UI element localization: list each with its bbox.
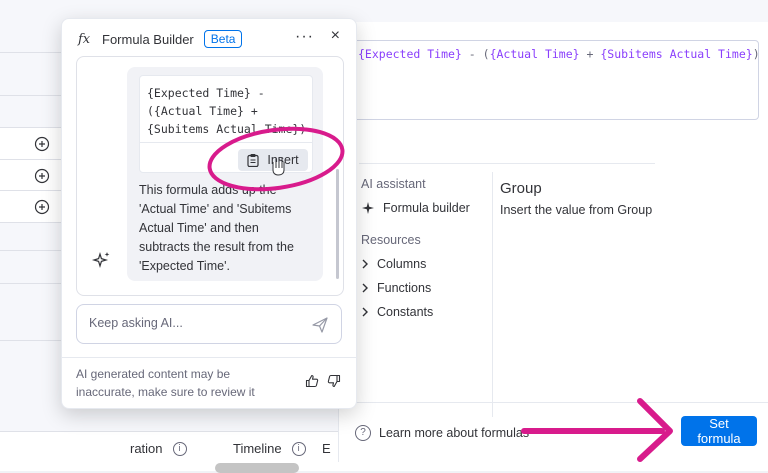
column-header-next[interactable]: E: [322, 441, 331, 456]
divider: [62, 357, 356, 358]
chevron-right-icon: [362, 283, 368, 293]
chat-scrollbar[interactable]: [336, 169, 339, 279]
chat-history: {Expected Time} - ({Actual Time} + {Subi…: [76, 56, 344, 296]
nav-item-functions[interactable]: Functions: [361, 281, 491, 295]
formula-builder-header: fx Formula Builder Beta ··· ×: [78, 27, 342, 50]
divider: [359, 163, 655, 164]
timeline-bar[interactable]: [215, 463, 299, 473]
chevron-right-icon: [362, 307, 368, 317]
sparkle-icon: [362, 202, 374, 214]
formula-editor-nav: AI assistant Formula builder Resources C…: [361, 177, 491, 329]
info-icon[interactable]: i: [172, 441, 187, 456]
ai-message-text: This formula adds up the 'Actual Time' a…: [139, 183, 294, 273]
thumbs-down-icon[interactable]: [327, 374, 341, 388]
detail-pane: Group Insert the value from Group: [500, 180, 760, 217]
detail-description: Insert the value from Group: [500, 203, 653, 217]
nav-item-label: Functions: [377, 281, 432, 295]
set-formula-button[interactable]: Set formula: [681, 416, 757, 446]
help-icon: ?: [355, 425, 371, 441]
clipboard-icon: [247, 154, 259, 167]
formula-input[interactable]: {Expected Time} - ({Actual Time} + {Subi…: [349, 40, 759, 120]
feedback-buttons: [305, 374, 341, 388]
column-header-label: ration: [130, 441, 163, 456]
ask-ai-input[interactable]: [87, 315, 301, 331]
beta-badge: Beta: [203, 30, 243, 48]
close-icon[interactable]: ×: [331, 27, 340, 45]
column-header-timeline[interactable]: Timeline i: [233, 441, 306, 456]
formula-column-token: {Expected Time}: [358, 47, 462, 61]
detail-title: Group: [500, 180, 542, 197]
insert-button[interactable]: Insert: [238, 149, 308, 171]
resources-heading: Resources: [361, 233, 421, 247]
divider: [140, 142, 312, 143]
insert-label: Insert: [267, 153, 299, 167]
column-header-duration[interactable]: ration i: [130, 441, 187, 456]
nav-item-columns[interactable]: Columns: [361, 257, 491, 271]
info-icon[interactable]: i: [291, 441, 306, 456]
formula-editor-panel: {Expected Time} - ({Actual Time} + {Subi…: [338, 22, 768, 462]
add-subitem-button[interactable]: [0, 127, 62, 160]
chevron-right-icon: [362, 259, 368, 269]
formula-operator-token: ): [752, 47, 759, 61]
function-fx-icon: fx: [78, 31, 91, 47]
add-circle-icon: [34, 136, 50, 151]
add-circle-icon: [34, 199, 50, 214]
formula-column-token: {Actual Time}: [489, 47, 580, 61]
ai-disclaimer: AI generated content may be inaccurate, …: [76, 367, 255, 399]
nav-item-label: Formula builder: [383, 201, 470, 215]
ask-ai-field[interactable]: [76, 304, 342, 344]
send-icon[interactable]: [311, 316, 329, 334]
add-subitem-button[interactable]: [0, 159, 62, 192]
more-options-icon[interactable]: ···: [295, 28, 314, 46]
add-subitem-button[interactable]: [0, 190, 62, 223]
formula-suggestion-code: {Expected Time} - ({Actual Time} + {Subi…: [147, 86, 307, 136]
nav-item-constants[interactable]: Constants: [361, 305, 491, 319]
add-circle-icon: [34, 168, 50, 183]
learn-more-label: Learn more about formulas: [379, 426, 530, 440]
ai-assistant-heading: AI assistant: [361, 177, 426, 191]
ai-sparkle-icon: [91, 251, 110, 269]
thumbs-up-icon[interactable]: [305, 374, 319, 388]
nav-item-label: Constants: [377, 305, 434, 319]
column-header-label: E: [322, 441, 331, 456]
formula-operator-token: +: [579, 47, 601, 61]
formula-editor-footer: ? Learn more about formulas Set formula: [339, 402, 768, 463]
learn-more-link[interactable]: ? Learn more about formulas: [355, 425, 529, 441]
formula-operator-token: - (: [461, 47, 490, 61]
nav-item-label: Columns: [377, 257, 427, 271]
column-header-label: Timeline: [233, 441, 282, 456]
formula-builder-title: Formula Builder: [102, 31, 194, 47]
formula-suggestion-box: {Expected Time} - ({Actual Time} + {Subi…: [139, 75, 313, 173]
divider: [492, 172, 493, 417]
ai-message: {Expected Time} - ({Actual Time} + {Subi…: [127, 67, 323, 281]
formula-column-token: {Subitems Actual Time}: [600, 47, 753, 61]
nav-item-formula-builder[interactable]: Formula builder: [361, 201, 491, 215]
formula-builder-popup: fx Formula Builder Beta ··· × {Expected …: [61, 18, 357, 409]
